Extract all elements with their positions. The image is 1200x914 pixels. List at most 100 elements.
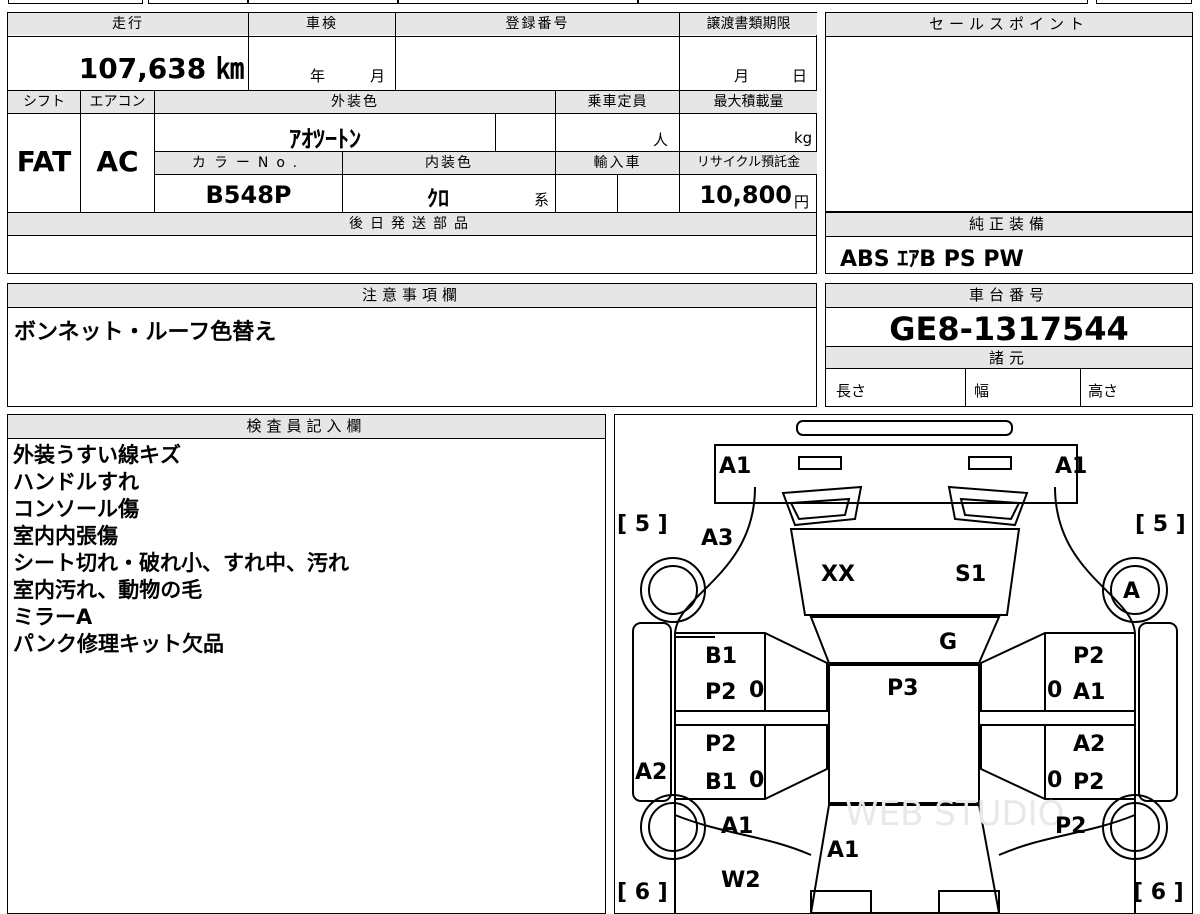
notice-box: 注意事項欄 ボンネット・ルーフ色替え <box>7 283 817 407</box>
wheel-fl-shape <box>640 557 706 623</box>
load-label: 最大積載量 <box>680 91 817 113</box>
inspection-year: 年 <box>310 67 326 85</box>
shift-label: シフト <box>8 91 80 113</box>
inspector-line: 室内内張傷 <box>13 524 118 548</box>
transfer-label: 譲渡書類期限 <box>680 13 817 35</box>
mark-handle-rr: 0 <box>1047 768 1062 793</box>
color-no-value: B548P <box>205 181 292 209</box>
later-parts-label: 後日発送部品 <box>8 213 816 235</box>
top-strip-cell <box>638 0 1088 4</box>
standard-equipment-label: 純正装備 <box>826 213 1192 237</box>
transfer-month: 月 <box>734 67 750 85</box>
mark-quarter-rr: P2 <box>1055 814 1086 839</box>
mark-front-left: A1 <box>719 454 751 479</box>
notice-label: 注意事項欄 <box>8 284 816 308</box>
mark-windshield: G <box>939 630 957 655</box>
rear-bumper-shape <box>810 890 872 913</box>
car-diagram-box: WEB STUDIO A1 A1 [ 5 ] [ 5 ] A3 XX S1 A … <box>614 414 1193 914</box>
vent-left-shape <box>781 485 863 527</box>
chassis-label: 車台番号 <box>826 284 1192 308</box>
front-bumper-shape <box>796 420 1013 436</box>
load-unit: kg <box>794 129 813 147</box>
mark-door-rl-bottom: B1 <box>705 770 737 795</box>
shift-value: FAT <box>16 145 72 178</box>
inspector-line: 外装うすい線キズ <box>13 443 181 467</box>
wheel-rl-shape <box>640 794 706 860</box>
ac-label: エアコン <box>81 91 154 113</box>
exterior-label: 外装色 <box>155 91 555 113</box>
mark-fender-front-left: A3 <box>701 526 733 551</box>
mark-door-fr-top: P2 <box>1073 644 1104 669</box>
car-diagram: WEB STUDIO A1 A1 [ 5 ] [ 5 ] A3 XX S1 A … <box>617 420 1186 913</box>
windshield-shape <box>809 616 1001 664</box>
interior-value: ｸﾛ <box>426 187 449 212</box>
capacity-label: 乗車定員 <box>556 91 679 113</box>
mark-door-rr-top: A2 <box>1073 732 1105 757</box>
top-strip-cell <box>248 0 398 4</box>
exterior-value: ｱｵﾂｰﾄﾝ <box>289 125 361 153</box>
specs-label: 諸元 <box>826 347 1192 369</box>
inspector-box: 検査員記入欄 外装うすい線キズ ハンドルすれ コンソール傷 室内内張傷 シート切… <box>7 414 606 914</box>
color-no-label: カラーNo. <box>155 152 342 174</box>
standard-equipment-value: ABS ｴｱB PS PW <box>840 247 1024 272</box>
top-strip <box>0 0 1200 6</box>
inspection-label: 車検 <box>249 13 395 35</box>
front-panel-shape <box>714 444 1078 504</box>
interior-suffix: 系 <box>534 191 550 209</box>
mark-bracket-bottom-right: [ 6 ] <box>1133 880 1184 905</box>
mark-wheel-front-right: A <box>1123 579 1140 604</box>
top-strip-cell <box>8 0 143 4</box>
mileage-label: 走行 <box>8 13 248 35</box>
mark-handle-rl: 0 <box>749 768 764 793</box>
mark-bracket-top-right: [ 5 ] <box>1135 512 1186 537</box>
width-label: 幅 <box>974 382 990 400</box>
chassis-box: 車台番号 GE8-1317544 諸元 長さ 幅 高さ <box>825 283 1193 407</box>
inspection-month: 月 <box>370 67 386 85</box>
mark-side-left: A2 <box>635 760 667 785</box>
transfer-day: 日 <box>792 67 808 85</box>
top-strip-cell <box>1096 0 1192 4</box>
top-strip-cell <box>398 0 638 4</box>
standard-equipment-box: 純正装備 ABS ｴｱB PS PW <box>825 212 1193 274</box>
inspector-line: シート切れ・破れ小、すれ中、汚れ <box>13 551 349 575</box>
inspector-line: 室内汚れ、動物の毛 <box>13 578 203 602</box>
watermark: WEB STUDIO <box>845 794 1064 834</box>
length-label: 長さ <box>836 382 867 400</box>
sales-point-label: セールスポイント <box>826 13 1192 37</box>
mark-handle-fl: 0 <box>749 678 764 703</box>
import-label: 輸入車 <box>556 152 679 174</box>
inspector-line: パンク修理キット欠品 <box>13 632 225 656</box>
mark-door-fr-bottom: A1 <box>1073 680 1105 705</box>
mark-hood-left: XX <box>821 562 855 587</box>
interior-label: 内装色 <box>343 152 555 174</box>
ac-value: AC <box>96 145 139 178</box>
mark-bracket-top-left: [ 5 ] <box>617 512 668 537</box>
notice-value: ボンネット・ルーフ色替え <box>14 320 277 345</box>
inspector-line: コンソール傷 <box>13 497 139 521</box>
sales-point-box: セールスポイント <box>825 12 1193 212</box>
vent-right-shape <box>947 485 1029 527</box>
sill-right-shape <box>1138 622 1178 802</box>
top-strip-cell <box>148 0 248 4</box>
mark-hood-right: S1 <box>955 562 986 587</box>
recycle-value: 10,800 <box>699 181 792 209</box>
height-label: 高さ <box>1088 382 1119 400</box>
vehicle-info-table: 走行 車検 登録番号 譲渡書類期限 107,638 ㎞ 年 月 月 日 シフト … <box>7 12 817 274</box>
inspector-line: ミラーA <box>13 605 93 629</box>
inspector-label: 検査員記入欄 <box>8 415 605 439</box>
mark-bracket-bottom-left: [ 6 ] <box>617 880 668 905</box>
mark-quarter-rl: A1 <box>721 814 753 839</box>
mark-handle-fr: 0 <box>1047 678 1062 703</box>
mark-rear-glass-left: W2 <box>721 868 761 893</box>
headlight-right-shape <box>968 456 1012 470</box>
recycle-unit: 円 <box>794 193 810 211</box>
mark-door-fl-bottom: P2 <box>705 680 736 705</box>
mark-front-right: A1 <box>1055 454 1087 479</box>
mark-roof: P3 <box>887 676 918 701</box>
mark-door-fl-top: B1 <box>705 644 737 669</box>
registration-label: 登録番号 <box>396 13 679 35</box>
capacity-unit: 人 <box>653 131 669 149</box>
recycle-label: リサイクル預託金 <box>680 152 817 174</box>
mark-door-rl-top: P2 <box>705 732 736 757</box>
chassis-value: GE8-1317544 <box>889 310 1129 348</box>
